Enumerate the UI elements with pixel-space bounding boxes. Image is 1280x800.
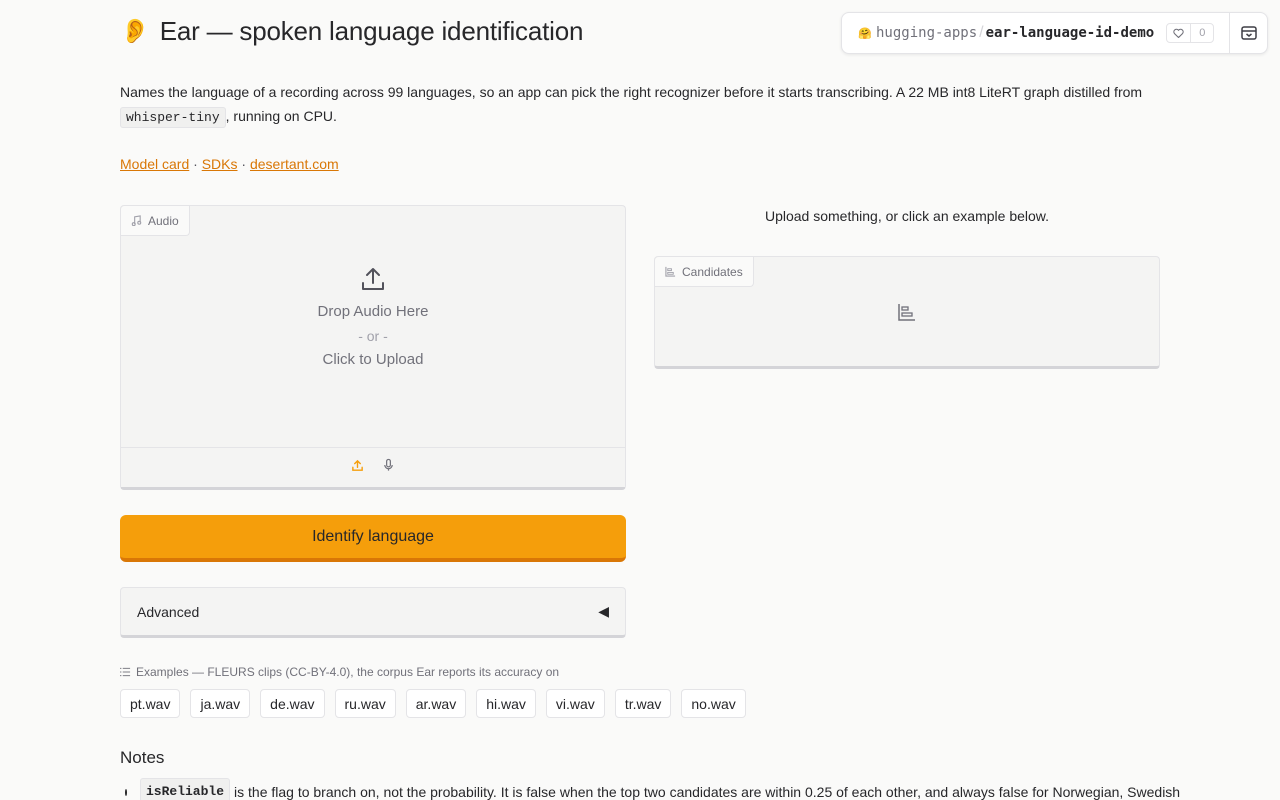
audio-dropzone[interactable]: Drop Audio Here - or - Click to Upload bbox=[121, 266, 625, 372]
like-button[interactable]: 0 bbox=[1166, 23, 1215, 43]
model-code: whisper-tiny bbox=[120, 107, 226, 128]
space-org[interactable]: 🤗 hugging-apps bbox=[858, 25, 977, 41]
space-slash: / bbox=[979, 24, 984, 41]
description: Names the language of a recording across… bbox=[120, 80, 1160, 130]
example-chip[interactable]: ja.wav bbox=[190, 689, 251, 718]
hf-logo-icon: 🤗 bbox=[858, 27, 872, 40]
candidates-panel: Candidates bbox=[654, 256, 1160, 369]
upload-source-icon[interactable] bbox=[351, 459, 364, 477]
description-text: Names the language of a recording across… bbox=[120, 84, 1143, 100]
example-chip[interactable]: ar.wav bbox=[405, 689, 467, 718]
or-text: - or - bbox=[358, 328, 388, 344]
bullet bbox=[125, 788, 127, 796]
example-chip[interactable]: no.wav bbox=[681, 689, 746, 718]
examples-list: pt.wav ja.wav de.wav ru.wav ar.wav hi.wa… bbox=[120, 689, 746, 718]
audio-source-toolbar bbox=[121, 447, 625, 487]
example-chip[interactable]: pt.wav bbox=[120, 689, 181, 718]
like-count: 0 bbox=[1199, 27, 1206, 39]
link-row: Model card · SDKs · desertant.com bbox=[120, 156, 339, 172]
identify-language-button[interactable]: Identify language bbox=[120, 515, 626, 562]
note-text: is the flag to branch on, not the probab… bbox=[234, 784, 1181, 800]
click-upload-text: Click to Upload bbox=[322, 351, 424, 368]
bar-chart-icon bbox=[665, 266, 676, 277]
page-title-text: Ear — spoken language identification bbox=[159, 16, 584, 46]
advanced-label: Advanced bbox=[137, 603, 200, 620]
status-text: Upload something, or click an example be… bbox=[764, 208, 1050, 224]
microphone-icon[interactable] bbox=[382, 458, 395, 477]
audio-panel[interactable]: Audio Drop Audio Here - or - Click to Up… bbox=[120, 205, 626, 490]
example-chip[interactable]: tr.wav bbox=[614, 689, 672, 718]
space-repo-name[interactable]: ear-language-id-demo bbox=[986, 25, 1155, 41]
sdks-link[interactable]: SDKs bbox=[202, 156, 238, 172]
example-chip[interactable]: de.wav bbox=[260, 689, 325, 718]
example-chip[interactable]: ru.wav bbox=[334, 689, 396, 718]
examples-label-text: Examples — FLEURS clips (CC-BY-4.0), the… bbox=[136, 665, 560, 679]
space-menu-icon[interactable] bbox=[1229, 13, 1267, 53]
candidates-label-text: Candidates bbox=[682, 264, 743, 279]
note-item: isReliable is the flag to branch on, not… bbox=[120, 778, 1180, 800]
notes-heading: Notes bbox=[120, 748, 165, 767]
drop-text: Drop Audio Here bbox=[317, 303, 429, 320]
link-separator: · bbox=[193, 156, 198, 172]
space-badge: 🤗 hugging-apps / ear-language-id-demo 0 bbox=[841, 12, 1268, 54]
space-org-name: hugging-apps bbox=[876, 25, 978, 41]
music-note-icon bbox=[131, 215, 142, 226]
example-chip[interactable]: vi.wav bbox=[545, 689, 605, 718]
page-title: 👂 Ear — spoken language identification bbox=[120, 16, 583, 47]
examples-label: Examples — FLEURS clips (CC-BY-4.0), the… bbox=[120, 665, 559, 679]
ear-icon: 👂 bbox=[120, 18, 150, 45]
description-text-after: , running on CPU. bbox=[225, 108, 337, 124]
link-separator: · bbox=[241, 156, 247, 172]
site-link[interactable]: desertant.com bbox=[250, 156, 339, 172]
collapse-toggle-icon[interactable]: ◀ bbox=[598, 603, 609, 620]
advanced-accordion[interactable]: Advanced ◀ bbox=[120, 587, 626, 638]
audio-panel-label: Audio bbox=[121, 206, 190, 236]
candidates-panel-label: Candidates bbox=[655, 257, 754, 287]
note-code: isReliable bbox=[140, 778, 231, 800]
heart-icon bbox=[1167, 24, 1192, 42]
upload-icon bbox=[362, 268, 384, 290]
empty-chart-icon bbox=[898, 304, 915, 321]
example-chip[interactable]: hi.wav bbox=[476, 689, 536, 718]
model-card-link[interactable]: Model card bbox=[120, 156, 189, 172]
audio-label-text: Audio bbox=[148, 213, 179, 228]
list-icon bbox=[120, 667, 131, 677]
